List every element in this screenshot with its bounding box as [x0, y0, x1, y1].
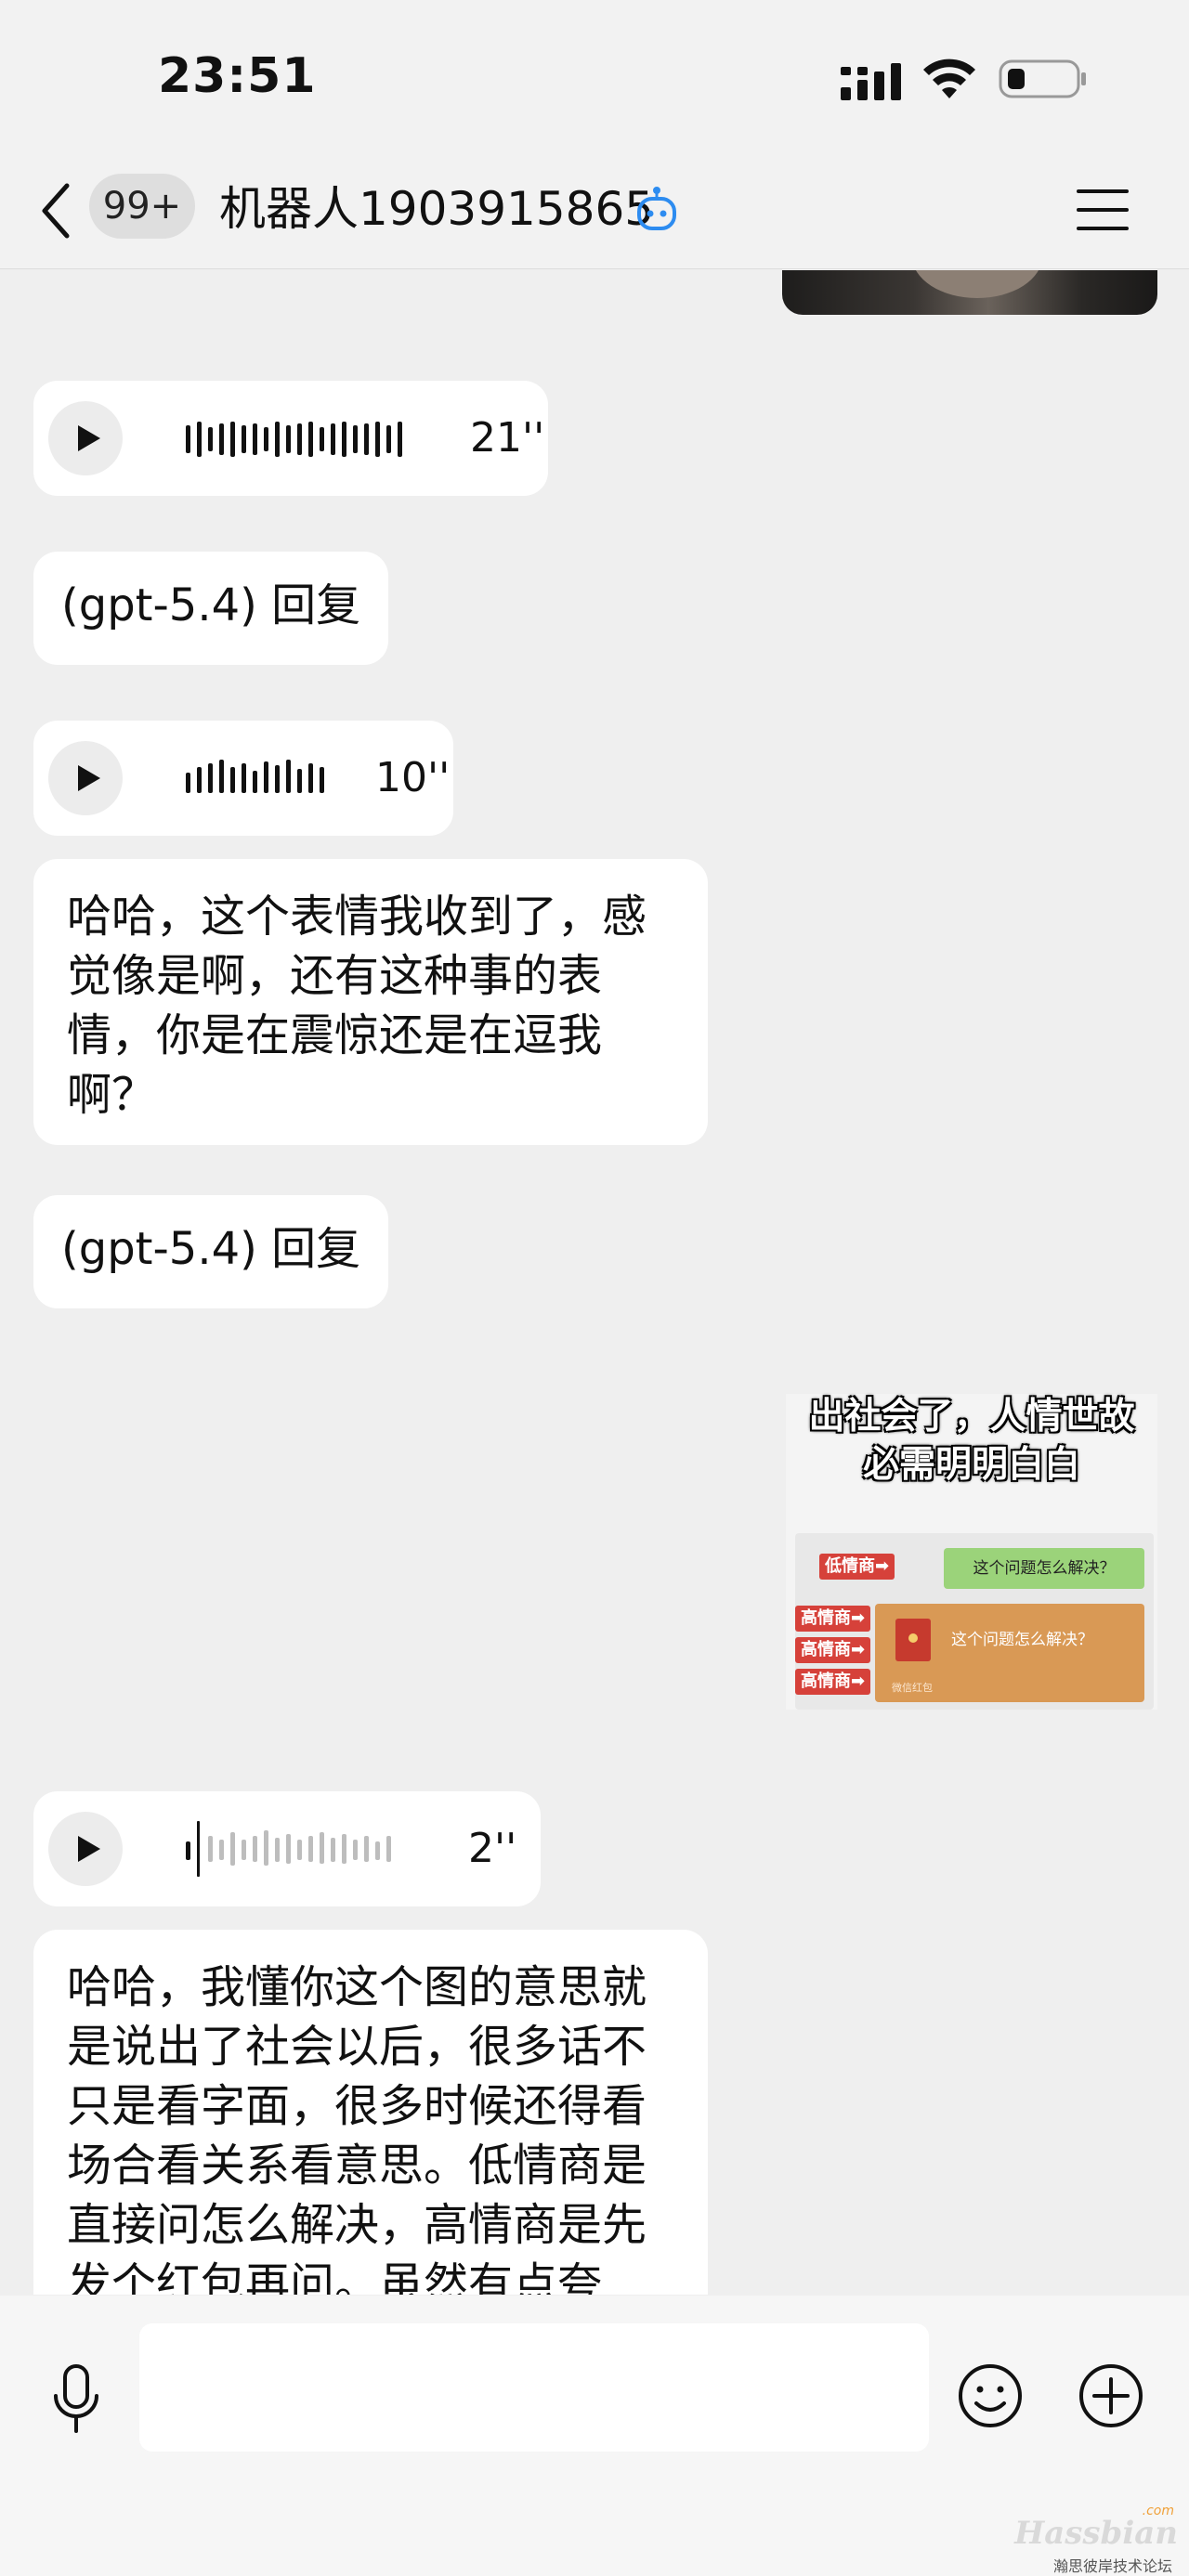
play-icon: [78, 765, 100, 791]
status-time: 23:51: [158, 48, 317, 104]
message-text: 哈哈，这个表情我收到了，感觉像是啊，还有这种事的表情，你是在震惊还是在逗我啊？: [67, 891, 647, 1121]
watermark-sub: 瀚思彼岸技术论坛: [1052, 2557, 1172, 2575]
status-bar: 23:51: [0, 0, 1189, 158]
photo-subject: [912, 270, 1042, 298]
red-envelope-card: 这个问题怎么解决？ 微信红包: [875, 1604, 1144, 1702]
text-message[interactable]: 哈哈，我懂你这个图的意思就是说出了社会以后，很多话不只是看字面，很多时候还得看场…: [33, 1930, 708, 2295]
card-footer: 微信红包: [892, 1682, 933, 1694]
card-question: 这个问题怎么解决？: [951, 1631, 1093, 1649]
waveform-icon: [186, 1821, 391, 1877]
meme-caption-line1: 出社会了，人情世故: [808, 1396, 1135, 1438]
voice-duration: 2'': [468, 1825, 517, 1872]
plus-icon[interactable]: [1078, 2362, 1144, 2429]
battery-icon: [999, 59, 1086, 98]
play-button[interactable]: [48, 401, 123, 475]
message-text: (gpt-5.4) 回复: [61, 579, 361, 631]
high-eq-tag: 高情商➡: [795, 1669, 871, 1695]
red-envelope-icon: [895, 1619, 931, 1661]
chat-header: 99+ 机器人1903915865: [0, 158, 1189, 269]
play-icon: [78, 425, 100, 451]
robot-icon: [637, 187, 676, 230]
play-button[interactable]: [48, 1812, 123, 1886]
back-arrow-icon[interactable]: [35, 178, 76, 243]
unread-count-badge[interactable]: 99+: [89, 174, 195, 239]
menu-icon[interactable]: [1076, 186, 1130, 234]
waveform-icon: [186, 422, 402, 457]
watermark: .com Hassbian 瀚思彼岸技术论坛: [1014, 2504, 1178, 2575]
message-list[interactable]: 21'' (gpt-5.4) 回复 10'' 哈哈，这个表情我收到了，感觉像是啊…: [0, 270, 1189, 2295]
emoji-icon[interactable]: [957, 2362, 1024, 2429]
chat-title[interactable]: 机器人1903915865: [219, 180, 654, 238]
message-text: (gpt-5.4) 回复: [61, 1223, 361, 1275]
voice-duration: 21'': [470, 414, 545, 462]
message-text: 哈哈，我懂你这个图的意思就是说出了社会以后，很多话不只是看字面，很多时候还得看场…: [67, 1961, 647, 2295]
microphone-icon[interactable]: [48, 2362, 104, 2437]
cellular-signal-icon: [841, 63, 901, 100]
low-eq-tag: 低情商➡: [819, 1554, 895, 1580]
wifi-icon: [923, 59, 975, 98]
voice-duration: 10'': [375, 754, 451, 801]
play-button[interactable]: [48, 741, 123, 815]
text-message[interactable]: (gpt-5.4) 回复: [33, 1195, 389, 1308]
meme-panel: 低情商➡ 这个问题怎么解决？ 高情商➡ 高情商➡ 高情商➡ 这个问题怎么解决？ …: [795, 1533, 1154, 1710]
voice-message[interactable]: 10'': [33, 721, 453, 836]
text-message[interactable]: (gpt-5.4) 回复: [33, 552, 389, 665]
meme-caption-line2: 必需明明白白: [862, 1444, 1080, 1486]
high-eq-tag: 高情商➡: [795, 1606, 871, 1632]
voice-message[interactable]: 2'': [33, 1791, 541, 1906]
image-message[interactable]: [782, 270, 1157, 315]
message-input[interactable]: [139, 2323, 929, 2452]
text-message[interactable]: 哈哈，这个表情我收到了，感觉像是啊，还有这种事的表情，你是在震惊还是在逗我啊？: [33, 859, 708, 1145]
play-icon: [78, 1836, 100, 1862]
input-bar: [0, 2296, 1189, 2576]
meme-image-message[interactable]: 出社会了，人情世故 必需明明白白 低情商➡ 这个问题怎么解决？ 高情商➡ 高情商…: [786, 1394, 1157, 1710]
watermark-brand: Hassbian: [1014, 2515, 1178, 2552]
high-eq-tag: 高情商➡: [795, 1637, 871, 1663]
voice-message[interactable]: 21'': [33, 381, 548, 496]
green-chat-bubble: 这个问题怎么解决？: [944, 1548, 1144, 1589]
waveform-icon: [186, 760, 324, 793]
